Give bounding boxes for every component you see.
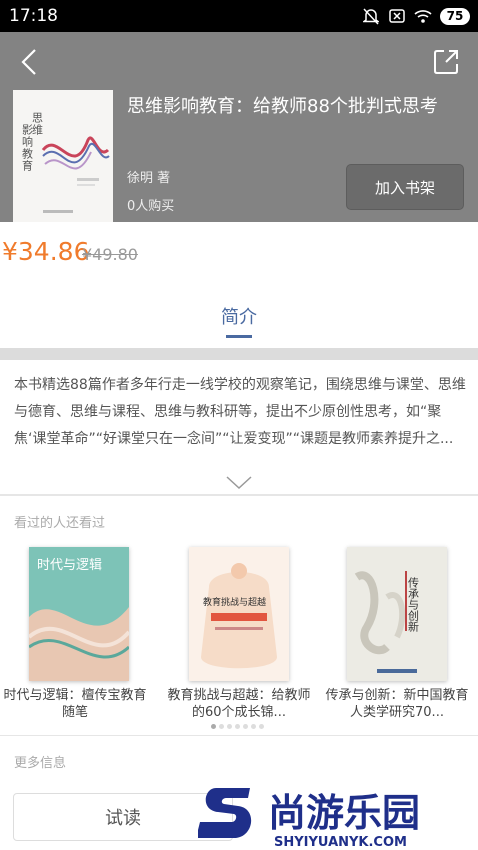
original-price: ¥49.80	[82, 245, 138, 264]
pagination-dot	[251, 724, 256, 729]
recommended-book-cover[interactable]: 传承与创新	[347, 547, 447, 681]
recommended-cover-art: 教育挑战与超越	[189, 547, 289, 681]
pagination-dot-active	[211, 724, 216, 729]
back-arrow-icon	[21, 49, 36, 75]
recommended-book-title[interactable]: 时代与逻辑：檀传宝教育随笔	[2, 687, 148, 721]
svg-text:SHYIYUANYK.COM: SHYIYUANYK.COM	[274, 835, 407, 850]
status-icons: 75	[362, 6, 470, 26]
tab-underline	[226, 335, 252, 338]
section-divider	[0, 348, 478, 360]
expand-chevron-icon[interactable]	[226, 475, 252, 490]
recommended-book-title[interactable]: 传承与创新：新中国教育人类学研究70...	[324, 687, 470, 721]
book-title: 思维影响教育：给教师88个批判式思考	[127, 96, 438, 117]
status-time: 17:18	[9, 6, 58, 26]
recommended-book-title[interactable]: 教育挑战与超越：给教师的60个成长锦...	[166, 687, 312, 721]
book-header: 思维 影响教育 思维影响教育：给教师88个批判式思考 徐明 著 0人购买 加入书…	[0, 32, 478, 222]
pagination-dot	[227, 724, 232, 729]
more-info-title: 更多信息	[14, 756, 67, 771]
battery-icon: 75	[440, 7, 470, 25]
pagination-dot	[259, 724, 264, 729]
recommended-cover-art: 时代与逻辑	[29, 547, 129, 681]
add-to-shelf-button[interactable]: 加入书架	[346, 164, 464, 210]
svg-text:时代与逻辑: 时代与逻辑	[37, 558, 102, 573]
share-button[interactable]	[432, 48, 460, 76]
intro-text: 本书精选88篇作者多年行走一线学校的观察笔记，围绕思维与课堂、思维与德育、思维与…	[14, 377, 466, 447]
buyer-count: 0人购买	[127, 199, 175, 214]
sim-x-icon	[388, 7, 406, 25]
carousel-pagination	[211, 724, 264, 729]
svg-text:影响教育: 影响教育	[21, 124, 34, 172]
pagination-dot	[235, 724, 240, 729]
book-cover[interactable]: 思维 影响教育	[13, 90, 113, 222]
svg-text:传承与创新: 传承与创新	[407, 577, 420, 632]
recommended-cover-art: 传承与创新	[347, 547, 447, 681]
wifi-icon	[414, 7, 432, 25]
svg-text:教育挑战与超越: 教育挑战与超越	[203, 596, 266, 608]
tab-intro[interactable]: 简介	[200, 303, 278, 329]
share-icon	[434, 50, 458, 74]
svg-text:尚游乐园: 尚游乐园	[268, 791, 420, 835]
pagination-dot	[219, 724, 224, 729]
watermark-logo: 尚游乐园 SHYIYUANYK.COM	[196, 782, 478, 850]
book-cover-art: 思维 影响教育	[13, 90, 113, 222]
book-author[interactable]: 徐明 著	[127, 167, 170, 186]
recommended-book-cover[interactable]: 时代与逻辑	[29, 547, 129, 681]
divider	[0, 494, 478, 496]
mute-bell-icon	[362, 7, 380, 25]
pagination-dot	[243, 724, 248, 729]
current-price: ¥34.86	[2, 237, 90, 266]
back-button[interactable]	[16, 48, 44, 76]
also-viewed-title: 看过的人还看过	[14, 516, 106, 531]
divider	[0, 735, 478, 736]
status-bar: 17:18 75	[0, 0, 478, 32]
recommended-book-cover[interactable]: 教育挑战与超越	[189, 547, 289, 681]
